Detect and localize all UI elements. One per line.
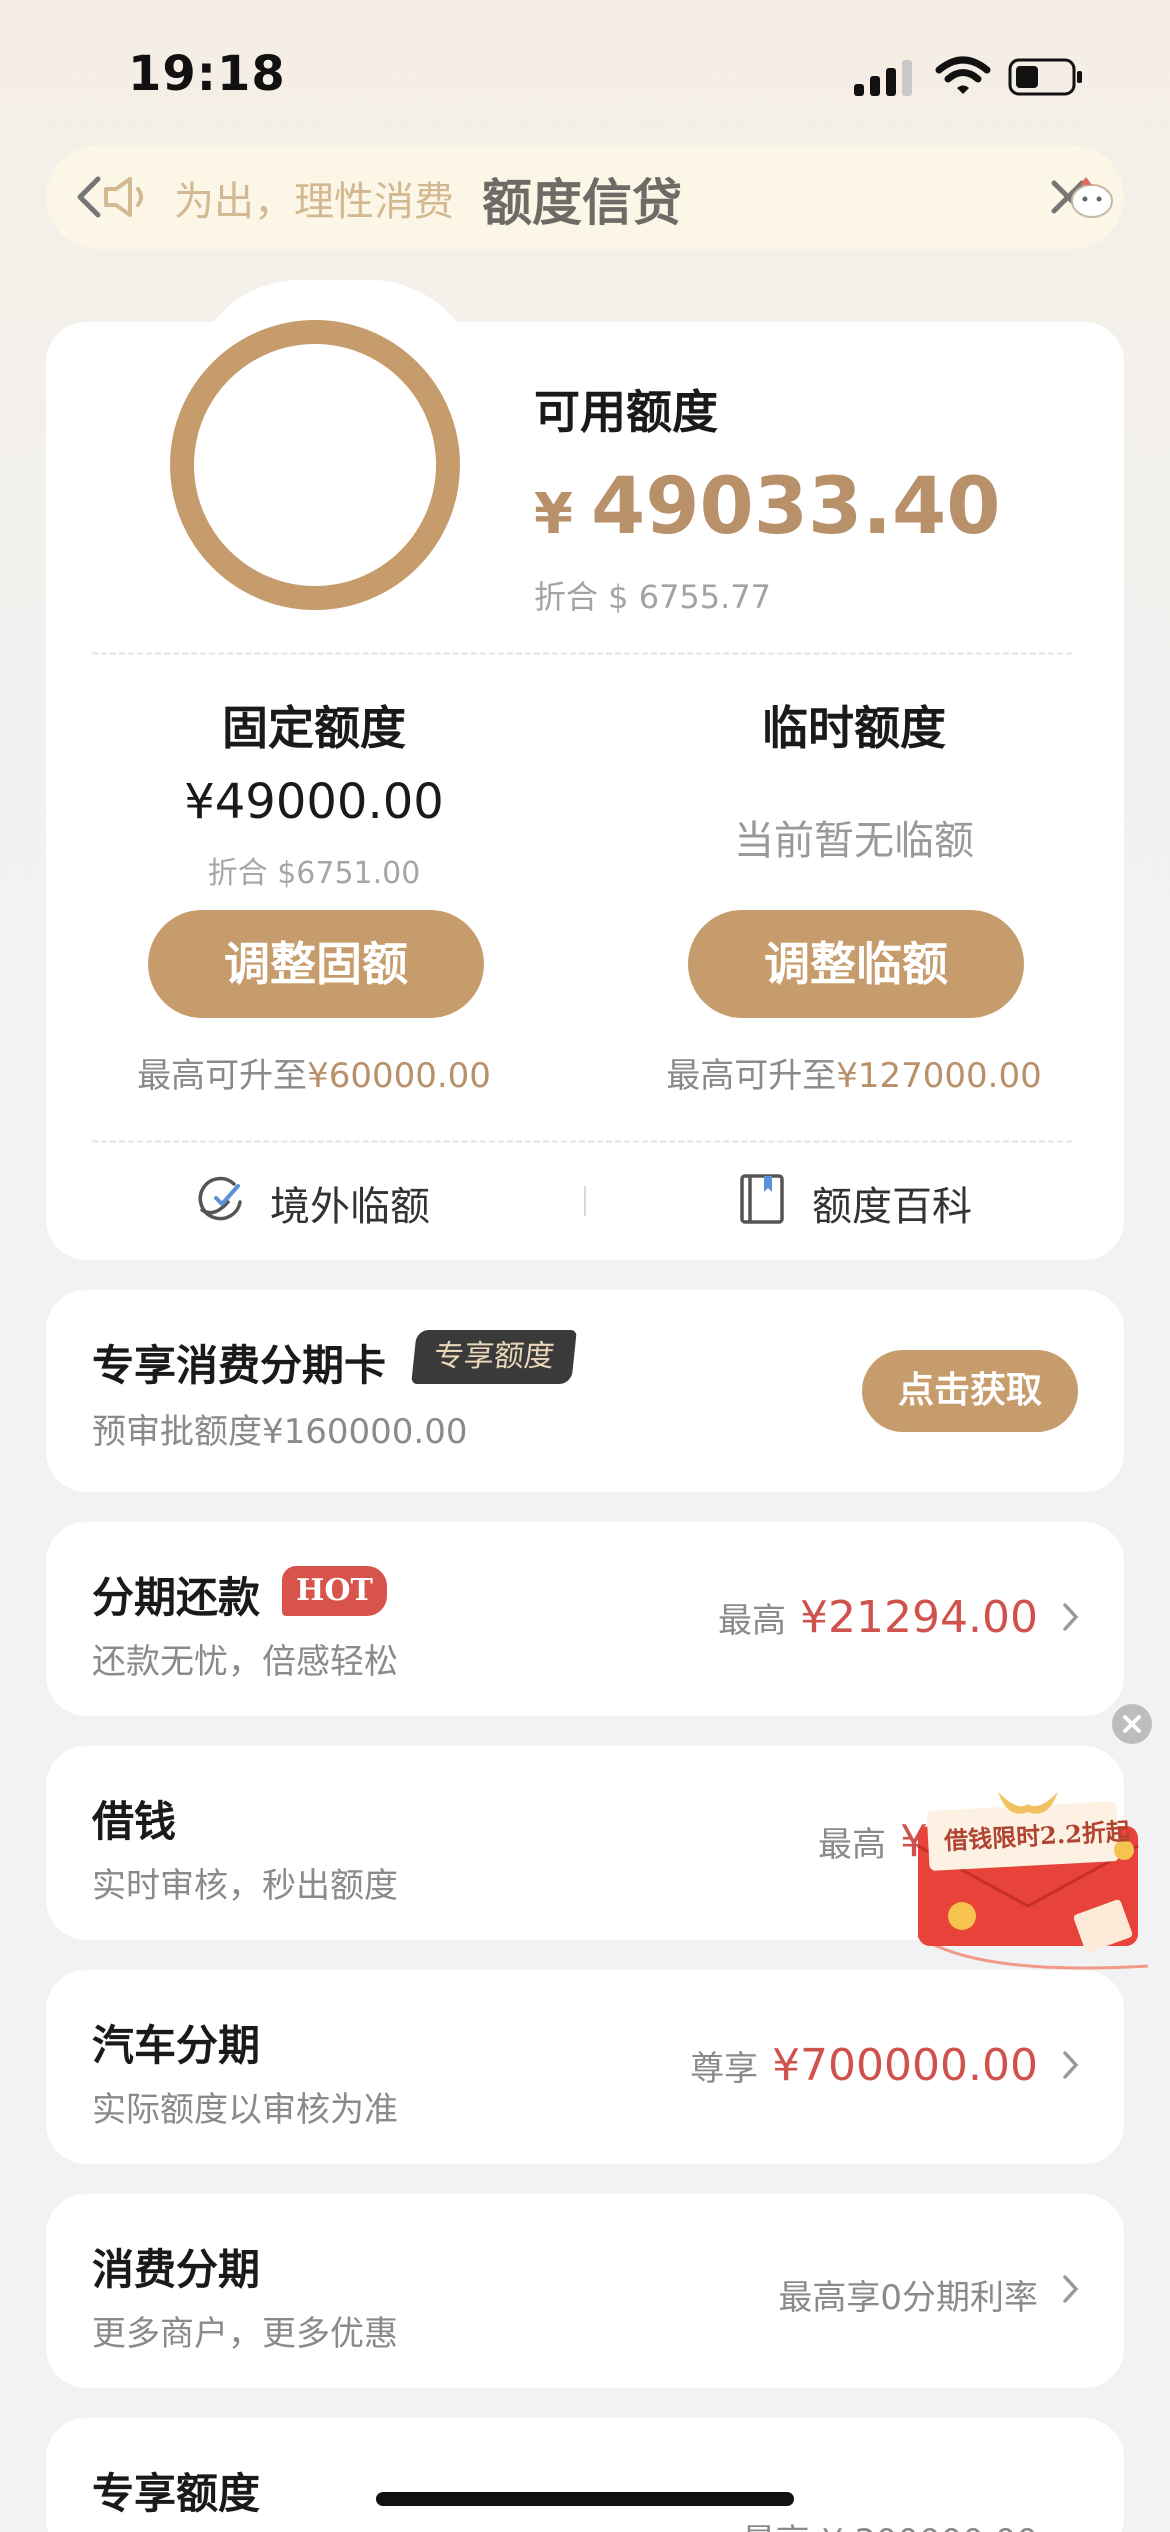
- temp-limit-max: 最高可升至¥127000.00: [666, 1056, 1042, 1096]
- row-max-amount: 尊享 ¥700000.00: [690, 2040, 1038, 2091]
- installment-repay-row[interactable]: 分期还款 HOT 还款无忧，倍感轻松 最高 ¥21294.00: [46, 1522, 1124, 1716]
- divider: [584, 1186, 586, 1216]
- cellular-signal-icon: [854, 58, 914, 96]
- installment-card-row[interactable]: 专享消费分期卡 专享额度 预审批额度¥160000.00 点击获取: [46, 1290, 1124, 1492]
- divider: [92, 1140, 1072, 1143]
- speaker-icon: [104, 177, 143, 217]
- promo-close-button[interactable]: [1112, 1704, 1152, 1744]
- currency-symbol: ¥: [534, 482, 573, 547]
- exclusive-limit-badge: 专享额度: [411, 1330, 577, 1384]
- loan-promo-red-envelope[interactable]: 借钱限时2.2折起: [898, 1786, 1160, 1982]
- row-title: 汽车分期: [92, 2021, 261, 2070]
- close-icon: [1123, 1715, 1141, 1733]
- available-credit-label: 可用额度: [534, 385, 718, 439]
- row-subtitle: 实际额度以审核为准: [92, 2090, 398, 2130]
- status-bar: 19:18: [0, 0, 1170, 150]
- row-title: 借钱: [92, 1797, 177, 1846]
- row-subtitle: 更多商户，更多优惠: [92, 2314, 398, 2354]
- wifi-icon: [935, 56, 991, 94]
- notice-banner: 为出，理性消费 额度信贷: [46, 145, 1124, 249]
- temp-limit-title: 临时额度: [762, 701, 946, 755]
- hot-badge: HOT: [282, 1566, 387, 1616]
- fixed-limit-amount: ¥49000.00: [184, 774, 444, 830]
- row-title: 消费分期: [92, 2245, 261, 2294]
- credit-ring-chart: [170, 320, 460, 610]
- adjust-temp-limit-button[interactable]: 调整临额: [688, 910, 1024, 1018]
- mascot-icon: [1071, 177, 1113, 218]
- row-subtitle: 还款无忧，倍感轻松: [92, 1642, 398, 1682]
- fixed-limit-usd: 折合 $6751.00: [207, 856, 421, 891]
- row-max-amount: 最高¥ 300000.00: [742, 2514, 1038, 2532]
- page-title: 额度信贷: [482, 174, 682, 232]
- temp-limit-none: 当前暂无临额: [734, 818, 974, 864]
- row-title: 专享额度: [92, 2469, 261, 2518]
- status-time: 19:18: [128, 46, 286, 102]
- adjust-fixed-limit-button[interactable]: 调整固额: [148, 910, 484, 1018]
- divider: [92, 652, 1072, 655]
- available-credit-usd: 折合 $ 6755.77: [534, 578, 772, 616]
- overseas-icon: [198, 1176, 242, 1221]
- consumer-installment-row[interactable]: 消费分期 更多商户，更多优惠 最高享0分期利率: [46, 2194, 1124, 2388]
- get-now-button[interactable]: 点击获取: [862, 1350, 1078, 1432]
- row-title: 分期还款: [92, 1573, 261, 1622]
- battery-icon: [1008, 58, 1082, 96]
- available-credit-amount: ¥49033.40: [534, 462, 1001, 552]
- row-title: 专享消费分期卡: [92, 1341, 387, 1390]
- notice-text: 为出，理性消费: [174, 179, 454, 225]
- row-subtitle: 实时审核，秒出额度: [92, 1866, 398, 1906]
- fixed-limit-max: 最高可升至¥60000.00: [137, 1056, 491, 1096]
- row-rate-text: 最高享0分期利率: [778, 2278, 1038, 2318]
- available-amount-value: 49033.40: [590, 462, 1001, 552]
- row-subtitle: 预审批额度¥160000.00: [92, 1412, 468, 1452]
- fixed-limit-title: 固定额度: [222, 701, 406, 755]
- exclusive-limit-row[interactable]: 专享额度 最高¥ 300000.00: [46, 2418, 1124, 2532]
- book-icon: [740, 1174, 784, 1224]
- chevron-right-icon: [1063, 2275, 1079, 2303]
- car-installment-row[interactable]: 汽车分期 实际额度以审核为准 尊享 ¥700000.00: [46, 1970, 1124, 2164]
- chevron-right-icon: [1063, 1603, 1079, 1631]
- chevron-right-icon: [1063, 2051, 1079, 2079]
- row-max-amount: 最高 ¥21294.00: [718, 1592, 1038, 1643]
- home-indicator: [376, 2492, 794, 2506]
